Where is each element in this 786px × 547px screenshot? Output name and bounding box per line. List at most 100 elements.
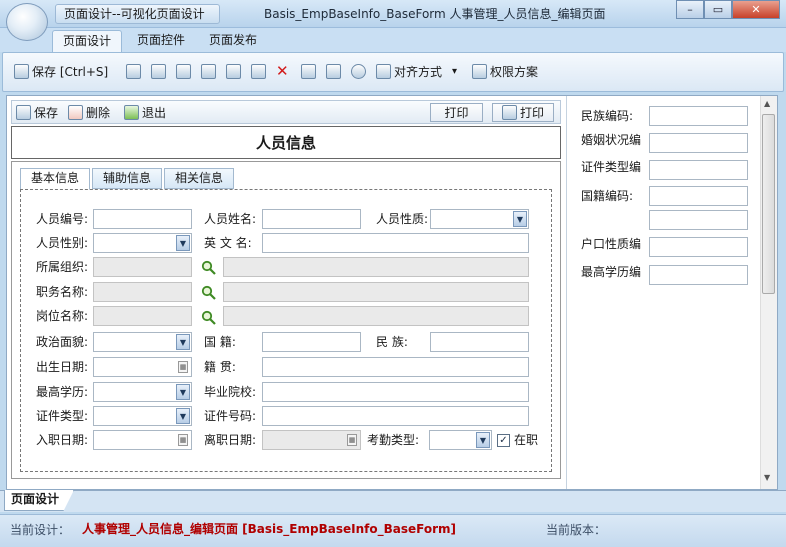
ribbon-tool-5[interactable] [226,60,244,82]
gear-icon [351,63,366,79]
tab-page-design[interactable]: 页面设计 [52,30,123,52]
input-native-place[interactable] [262,357,529,377]
ribbon-tool-6[interactable] [251,60,269,82]
input-unlabeled-code[interactable] [649,210,748,230]
form-exit-button[interactable]: 退出 [124,103,166,121]
input-hukou-code[interactable] [649,237,748,257]
form-delete-button[interactable]: 删除 [68,103,110,121]
label-attendance-type: 考勤类型: [367,433,420,447]
input-ethnic[interactable] [430,332,529,352]
tab-page-publish[interactable]: 页面发布 [199,30,267,52]
date-entry[interactable]: ▦ [93,430,192,450]
label-native-place: 籍 贯: [204,360,236,374]
scroll-up-icon[interactable]: ▲ [764,99,770,108]
permission-icon [472,63,487,79]
restore-button[interactable]: ▭ [704,0,732,19]
input-school[interactable] [262,382,529,402]
label-politics: 政治面貌: [36,335,89,349]
post-lookup-button[interactable] [200,309,216,325]
input-cert-type-code[interactable] [649,160,748,180]
label-emp-nature: 人员性质: [376,212,429,226]
job-lookup-button[interactable] [200,284,216,300]
status-current-label: 当前设计： [10,523,71,537]
ribbon-permission-label: 权限方案 [490,64,539,79]
input-org-name [223,257,529,277]
ribbon-tool-1[interactable] [126,60,144,82]
label-school: 毕业院校: [204,385,257,399]
input-marital-code[interactable] [649,133,748,153]
minimize-button[interactable]: – [676,0,704,19]
combo-emp-nature[interactable]: ▼ [430,209,529,229]
print-button-2[interactable]: 打印 [492,103,554,122]
status-version-label: 当前版本： [546,523,607,537]
form-save-label: 保存 [34,105,59,120]
delete-icon [68,104,83,120]
input-ethnic-code[interactable] [649,106,748,126]
input-english-name[interactable] [262,233,529,253]
on-job-checkbox[interactable]: ✓ [497,434,510,447]
combo-education[interactable]: ▼ [93,382,192,402]
ribbon-tool-9[interactable] [326,60,344,82]
ribbon-tool-2[interactable] [151,60,169,82]
input-cert-no[interactable] [262,406,529,426]
combo-dropdown-icon[interactable]: ▼ [476,432,490,448]
input-education-code[interactable] [649,265,748,285]
form-tab-aux[interactable]: 辅助信息 [92,168,162,189]
ribbon-delete-button[interactable]: ✕ [276,60,289,82]
app-orb-button[interactable] [6,3,48,41]
copy-icon [226,63,241,79]
input-org-code [93,257,192,277]
form-tab-basic[interactable]: 基本信息 [20,168,90,190]
input-post-code [93,306,192,326]
combo-gender[interactable]: ▼ [93,233,192,253]
calendar-icon[interactable]: ▦ [178,434,188,446]
date-birth[interactable]: ▦ [93,357,192,377]
label-job-title: 职务名称: [36,285,89,299]
org-lookup-button[interactable] [200,259,216,275]
label-hukou-code: 户口性质编 [581,237,642,251]
scroll-down-icon[interactable]: ▼ [764,473,770,482]
combo-politics[interactable]: ▼ [93,332,192,352]
combo-dropdown-icon[interactable]: ▼ [176,235,190,251]
date-leave: ▦ [262,430,361,450]
tab-page-controls[interactable]: 页面控件 [127,30,195,52]
status-current-value: 人事管理_人员信息_编辑页面 [Basis_EmpBaseInfo_BaseFo… [82,522,456,536]
magnifier-icon [201,285,216,300]
combo-dropdown-icon[interactable]: ▼ [176,334,190,350]
input-emp-name[interactable] [262,209,361,229]
close-button[interactable]: ✕ [732,0,780,19]
ribbon-tool-8[interactable] [301,60,319,82]
form-tab-related[interactable]: 相关信息 [164,168,234,189]
label-nationality: 国 籍: [204,335,236,349]
ribbon-tool-3[interactable] [176,60,194,82]
print-button-1[interactable]: 打印 [430,103,483,122]
magnifier-icon [201,310,216,325]
ribbon-align-button[interactable]: 对齐方式 ▾ [376,60,457,82]
combo-cert-type[interactable]: ▼ [93,406,192,426]
calendar-icon[interactable]: ▦ [178,361,188,373]
document-tab-page-design[interactable]: 页面设计 [4,490,75,511]
input-emp-no[interactable] [93,209,192,229]
label-leave-date: 离职日期: [204,433,257,447]
input-nationality-code[interactable] [649,186,748,206]
form-save-button[interactable]: 保存 [16,103,58,121]
window-title: Basis_EmpBaseInfo_BaseForm 人事管理_人员信息_编辑页… [264,7,606,21]
combo-attendance-type[interactable]: ▼ [429,430,492,450]
calendar-icon: ▦ [347,434,357,446]
scroll-thumb[interactable] [762,114,775,294]
ribbon-settings-button[interactable] [351,60,369,82]
input-nationality[interactable] [262,332,361,352]
label-entry-date: 入职日期: [36,433,89,447]
combo-dropdown-icon[interactable]: ▼ [513,211,527,227]
combo-dropdown-icon[interactable]: ▼ [176,384,190,400]
combo-dropdown-icon[interactable]: ▼ [176,408,190,424]
form-delete-label: 删除 [86,105,111,120]
label-english-name: 英 文 名: [204,236,252,250]
label-cert-type-code: 证件类型编 [581,160,642,174]
ribbon-save-button[interactable]: 保存 [Ctrl+S] [14,60,108,82]
insert-icon [126,63,141,79]
label-birth-date: 出生日期: [36,360,89,374]
ribbon-tool-4[interactable] [201,60,219,82]
ribbon-permission-button[interactable]: 权限方案 [472,60,538,82]
properties-icon [151,63,166,79]
